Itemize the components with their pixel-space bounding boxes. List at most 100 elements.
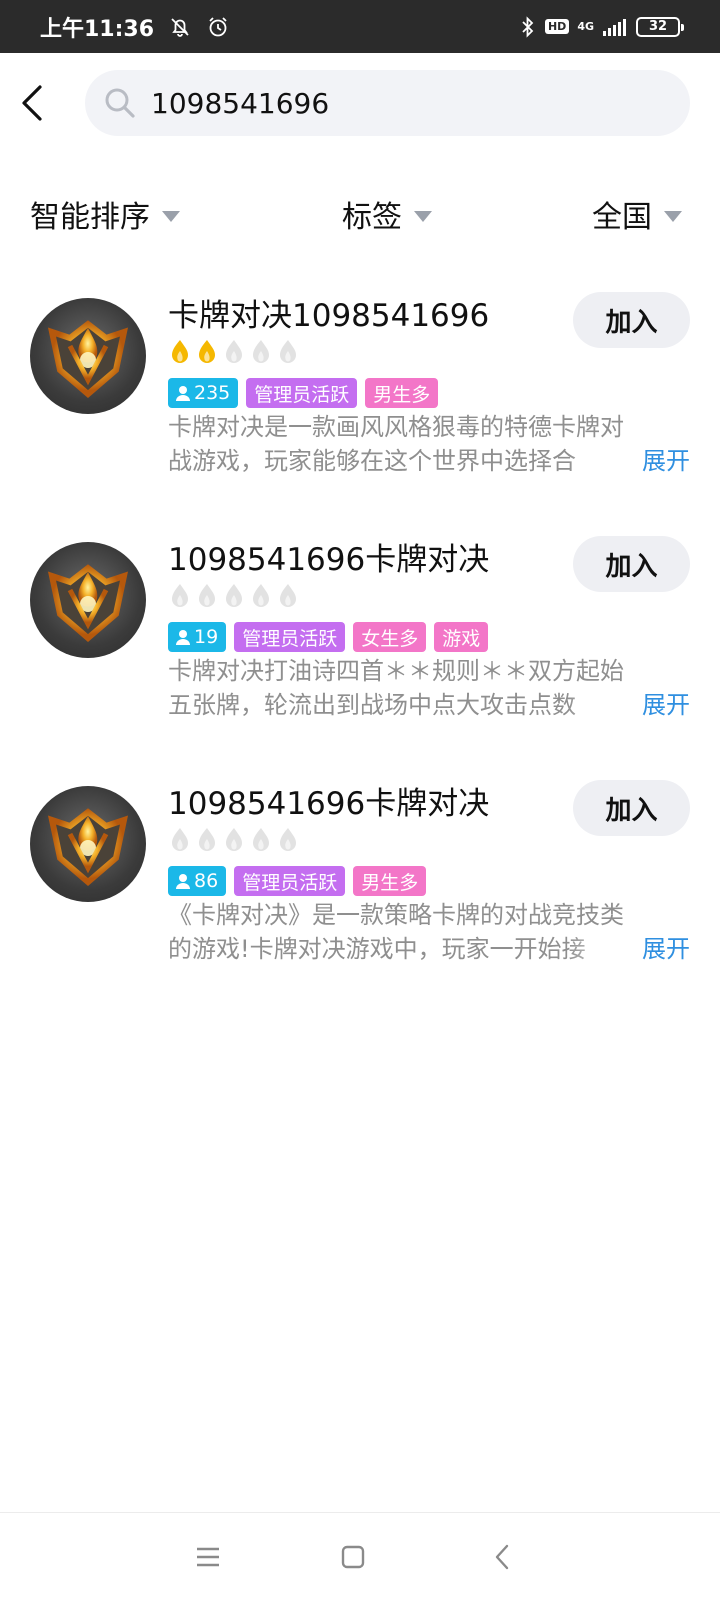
expand-link[interactable]: 展开 [638, 932, 690, 966]
tag-list: 86 管理员活跃 男生多 [168, 866, 427, 896]
tag-badge: 管理员活跃 [234, 622, 346, 652]
flame-unlit-icon [249, 582, 273, 610]
flame-unlit-icon [222, 338, 246, 366]
result-item-2[interactable]: 1098541696卡牌对决 19 管理员活跃 女生多 游戏 卡牌对决打油诗四首＊＊规… [0, 524, 720, 768]
group-description: 《卡牌对决》是一款策略卡牌的对战竞技类 的游戏!卡牌对决游戏中，玩家一开始接 [168, 898, 690, 966]
status-left: 上午11:36 [40, 11, 230, 43]
flame-unlit-icon [249, 338, 273, 366]
description-line-2: 五张牌，轮流出到战场中点大攻击点数 [168, 688, 628, 722]
network-type: 4G [577, 20, 594, 33]
shield-flame-icon [47, 564, 129, 642]
group-description: 卡牌对决是一款画风风格狠毒的特德卡牌对 战游戏，玩家能够在这个世界中选择合 [168, 410, 690, 478]
member-count: 235 [194, 382, 231, 404]
flame-unlit-icon [276, 338, 300, 366]
join-button[interactable]: 加入 [573, 780, 690, 836]
member-count-badge: 235 [168, 378, 239, 408]
home-button[interactable] [333, 1537, 373, 1577]
description-line-2: 战游戏，玩家能够在这个世界中选择合 [168, 444, 628, 478]
battery-level: 32 [648, 19, 668, 34]
menu-button[interactable] [188, 1537, 228, 1577]
caret-down-icon [664, 210, 682, 222]
status-time: 上午11:36 [40, 16, 155, 42]
member-count-badge: 19 [168, 622, 227, 652]
group-description: 卡牌对决打油诗四首＊＊规则＊＊双方起始 五张牌，轮流出到战场中点大攻击点数 [168, 654, 690, 722]
flame-lit-icon [195, 338, 219, 366]
flame-unlit-icon [168, 582, 192, 610]
alarm-icon [206, 15, 230, 39]
mute-bell-icon [168, 15, 192, 39]
result-list: 卡牌对决1098541696 235 管理员活跃 男生多 卡牌对决是一款画风风格狠毒… [0, 280, 720, 1012]
caret-down-icon [162, 210, 180, 222]
flame-unlit-icon [222, 582, 246, 610]
tag-badge: 管理员活跃 [234, 866, 346, 896]
flame-unlit-icon [168, 826, 192, 854]
status-right: HD 4G 32 [519, 15, 684, 39]
group-avatar[interactable] [30, 786, 146, 902]
flame-unlit-icon [195, 582, 219, 610]
flame-unlit-icon [249, 826, 273, 854]
back-button[interactable] [12, 77, 52, 129]
tag-list: 19 管理员活跃 女生多 游戏 [168, 622, 489, 652]
tag-badge: 管理员活跃 [246, 378, 358, 408]
group-title[interactable]: 卡牌对决1098541696 [168, 290, 489, 335]
description-line-1: 卡牌对决是一款画风风格狠毒的特德卡牌对 [168, 413, 624, 441]
search-box[interactable] [85, 70, 690, 136]
description-line-1: 《卡牌对决》是一款策略卡牌的对战竞技类 [168, 901, 624, 929]
filter-sort-label: 智能排序 [30, 200, 150, 235]
activity-rating [168, 826, 300, 854]
member-count: 19 [194, 626, 219, 648]
status-bar: 上午11:36 HD 4G 32 [0, 0, 720, 53]
description-line-2: 的游戏!卡牌对决游戏中，玩家一开始接 [168, 932, 628, 966]
group-avatar[interactable] [30, 298, 146, 414]
chevron-left-icon [22, 85, 42, 121]
flame-unlit-icon [276, 826, 300, 854]
person-icon [176, 630, 190, 645]
member-count-badge: 86 [168, 866, 227, 896]
search-icon [105, 88, 135, 118]
nav-back-button[interactable] [482, 1537, 522, 1577]
tag-badge: 女生多 [353, 622, 427, 652]
caret-down-icon [414, 210, 432, 222]
flame-unlit-icon [276, 582, 300, 610]
battery-indicator: 32 [636, 16, 684, 37]
expand-link[interactable]: 展开 [638, 444, 690, 478]
flame-lit-icon [168, 338, 192, 366]
shield-flame-icon [47, 808, 129, 886]
menu-icon [197, 1547, 219, 1567]
shield-flame-icon [47, 320, 129, 398]
tag-badge: 男生多 [365, 378, 439, 408]
member-count: 86 [194, 870, 219, 892]
bluetooth-icon [519, 15, 537, 39]
activity-rating [168, 582, 300, 610]
home-square-icon [341, 1545, 365, 1569]
flame-unlit-icon [222, 826, 246, 854]
system-nav-bar [0, 1512, 720, 1600]
tag-badge: 游戏 [434, 622, 489, 652]
group-title[interactable]: 1098541696卡牌对决 [168, 534, 489, 579]
expand-link[interactable]: 展开 [638, 688, 690, 722]
result-item-1[interactable]: 卡牌对决1098541696 235 管理员活跃 男生多 卡牌对决是一款画风风格狠毒… [0, 280, 720, 524]
filter-region[interactable]: 全国 [592, 192, 682, 236]
description-line-1: 卡牌对决打油诗四首＊＊规则＊＊双方起始 [168, 657, 624, 685]
search-header [0, 53, 720, 153]
activity-rating [168, 338, 300, 366]
filter-tags-label: 标签 [342, 200, 402, 235]
flame-unlit-icon [195, 826, 219, 854]
result-item-3[interactable]: 1098541696卡牌对决 86 管理员活跃 男生多 《卡牌对决》是一款策略卡牌的… [0, 768, 720, 1012]
group-avatar[interactable] [30, 542, 146, 658]
hd-badge: HD [544, 19, 570, 34]
tag-badge: 男生多 [353, 866, 427, 896]
filter-tags[interactable]: 标签 [342, 192, 432, 236]
person-icon [176, 386, 190, 401]
person-icon [176, 874, 190, 889]
filter-region-label: 全国 [592, 200, 652, 235]
join-button[interactable]: 加入 [573, 292, 690, 348]
search-input[interactable] [151, 86, 651, 120]
filter-row: 智能排序 标签 全国 [0, 180, 720, 250]
filter-sort[interactable]: 智能排序 [30, 192, 180, 236]
chevron-left-icon [495, 1544, 509, 1570]
join-button[interactable]: 加入 [573, 536, 690, 592]
signal-icon [602, 17, 628, 37]
tag-list: 235 管理员活跃 男生多 [168, 378, 439, 408]
group-title[interactable]: 1098541696卡牌对决 [168, 778, 489, 823]
